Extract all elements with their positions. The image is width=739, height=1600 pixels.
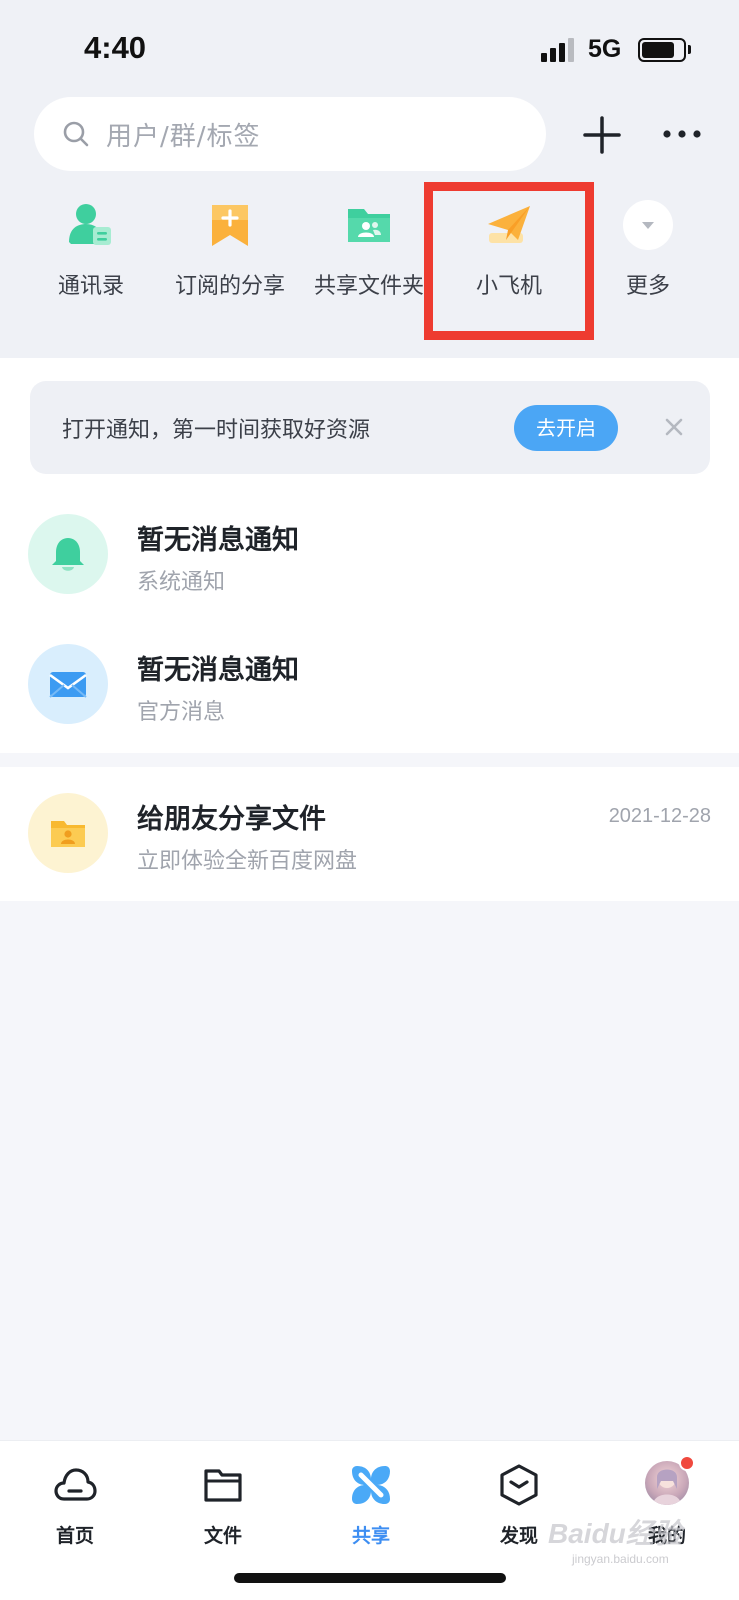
tab-label: 首页 xyxy=(55,1525,94,1547)
watermark-logo: Baidu经验 xyxy=(548,1518,682,1549)
shortcut-more[interactable]: 更多 xyxy=(583,190,713,310)
message-list: 暂无消息通知 系统通知 暂无消息通知 官方消息 xyxy=(0,490,739,753)
message-title: 暂无消息通知 xyxy=(137,655,299,686)
enable-notifications-button[interactable]: 去开启 xyxy=(514,405,618,451)
watermark-url: jingyan.baidu.com xyxy=(572,1552,669,1566)
share-avatar xyxy=(28,793,108,873)
message-title: 给朋友分享文件 xyxy=(137,804,326,835)
system-notice-avatar xyxy=(28,514,108,594)
list-item[interactable]: 暂无消息通知 系统通知 xyxy=(0,490,739,620)
shortcut-contacts[interactable]: 通讯录 xyxy=(26,190,156,310)
shortcut-label: 订阅的分享 xyxy=(174,274,285,299)
folder-user-icon xyxy=(51,821,85,847)
tab-home[interactable]: 首页 xyxy=(15,1459,135,1559)
cloud-icon xyxy=(54,1468,97,1501)
top-area: 4:40 5G 用户/群/标签 通讯录 订阅的分享 共享文件夹 小飞机 更多 xyxy=(0,0,739,358)
notice-text: 打开通知，第一时间获取好资源 xyxy=(62,418,371,443)
mail-icon xyxy=(49,672,87,698)
message-date: 2021-12-28 xyxy=(608,805,711,827)
message-subtitle: 官方消息 xyxy=(137,700,226,725)
message-subtitle: 立即体验全新百度网盘 xyxy=(137,849,358,874)
message-title: 暂无消息通知 xyxy=(137,525,299,556)
more-button[interactable] xyxy=(662,124,702,144)
shortcut-label: 通讯录 xyxy=(57,274,124,299)
share-list: 给朋友分享文件 立即体验全新百度网盘 2021-12-28 xyxy=(0,767,739,901)
shortcut-label: 更多 xyxy=(625,274,670,299)
tab-label: 共享 xyxy=(351,1525,390,1547)
add-button[interactable] xyxy=(582,115,622,155)
more-circle xyxy=(623,200,673,250)
shortcut-shared-folder[interactable]: 共享文件夹 xyxy=(304,190,434,310)
list-item[interactable]: 暂无消息通知 官方消息 xyxy=(0,620,739,750)
share-icon xyxy=(352,1466,390,1504)
tab-files[interactable]: 文件 xyxy=(163,1459,283,1559)
search-icon xyxy=(63,121,89,147)
notification-banner: 打开通知，第一时间获取好资源 去开启 xyxy=(30,381,710,474)
tab-label: 文件 xyxy=(203,1525,242,1547)
signal-icon xyxy=(541,38,577,62)
close-icon[interactable] xyxy=(662,415,686,439)
network-label: 5G xyxy=(588,35,622,63)
chevron-down-icon xyxy=(642,222,654,229)
folder-icon xyxy=(204,1469,242,1502)
shortcut-label: 共享文件夹 xyxy=(313,274,424,299)
search-input[interactable]: 用户/群/标签 xyxy=(34,97,546,171)
official-message-avatar xyxy=(28,644,108,724)
contacts-icon xyxy=(69,204,111,245)
bell-icon xyxy=(52,538,84,571)
status-time: 4:40 xyxy=(84,30,147,65)
shared-folder-icon xyxy=(348,209,390,242)
home-indicator xyxy=(234,1573,506,1583)
status-bar: 4:40 5G xyxy=(0,0,739,96)
discover-icon xyxy=(500,1464,538,1506)
shortcut-subscriptions[interactable]: 订阅的分享 xyxy=(165,190,295,310)
bookmark-plus-icon xyxy=(212,205,248,246)
notification-dot xyxy=(679,1455,695,1471)
message-subtitle: 系统通知 xyxy=(137,570,226,595)
highlight-annotation xyxy=(424,182,594,340)
search-placeholder: 用户/群/标签 xyxy=(106,122,261,152)
tab-share[interactable]: 共享 xyxy=(311,1459,431,1559)
battery-tip xyxy=(688,45,691,54)
list-item[interactable]: 给朋友分享文件 立即体验全新百度网盘 2021-12-28 xyxy=(0,769,739,899)
battery-icon xyxy=(638,38,686,62)
